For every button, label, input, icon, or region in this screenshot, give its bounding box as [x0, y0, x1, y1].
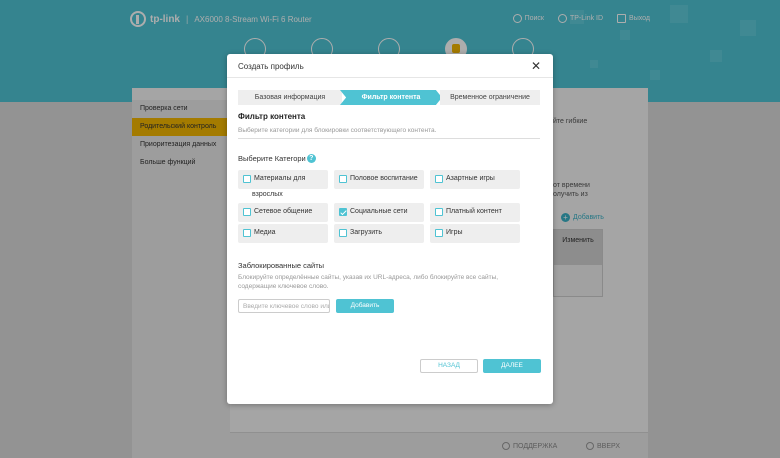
- step-time-limit: Временное ограничение: [440, 90, 540, 105]
- category-games[interactable]: Игры: [430, 224, 520, 243]
- next-button[interactable]: ДАЛЕЕ: [483, 359, 541, 373]
- category-online-communication[interactable]: Сетевое общение: [238, 203, 328, 222]
- checkbox[interactable]: [243, 229, 251, 237]
- keyword-input[interactable]: [238, 299, 330, 313]
- section-title: Фильтр контента: [238, 112, 306, 121]
- category-label: Социальные сети: [350, 208, 408, 215]
- categories-label-text: Выберите Категори: [238, 154, 306, 163]
- category-label: Материалы для: [254, 175, 306, 182]
- dialog-header: Создать профиль ✕: [227, 54, 553, 78]
- checkbox[interactable]: [339, 229, 347, 237]
- back-button[interactable]: НАЗАД: [420, 359, 478, 373]
- blocked-sites-title: Заблокированные сайты: [238, 261, 325, 270]
- category-label: Игры: [446, 229, 463, 236]
- checkbox[interactable]: [243, 208, 251, 216]
- category-social-networks[interactable]: Социальные сети: [334, 203, 424, 222]
- category-label: Половое воспитание: [350, 175, 418, 182]
- checkbox-checked[interactable]: [339, 208, 347, 216]
- wizard-steps: Базовая информация Фильтр контента Време…: [238, 90, 542, 105]
- help-icon[interactable]: ?: [306, 154, 316, 163]
- category-adult[interactable]: Материалы для взрослых: [238, 170, 328, 198]
- add-keyword-button[interactable]: Добавить: [336, 299, 394, 313]
- step-basic-info: Базовая информация: [238, 90, 342, 105]
- checkbox[interactable]: [435, 208, 443, 216]
- category-label: Загрузить: [350, 229, 382, 236]
- dialog-title: Создать профиль: [238, 62, 304, 71]
- checkbox[interactable]: [339, 175, 347, 183]
- checkbox[interactable]: [435, 175, 443, 183]
- checkbox[interactable]: [435, 229, 443, 237]
- category-media[interactable]: Медиа: [238, 224, 328, 243]
- category-downloads[interactable]: Загрузить: [334, 224, 424, 243]
- categories-label: Выберите Категори ?: [238, 154, 316, 163]
- category-label: Медиа: [254, 229, 276, 236]
- category-gambling[interactable]: Азартные игры: [430, 170, 520, 189]
- step-content-filter: Фильтр контента: [340, 90, 442, 105]
- category-label: Азартные игры: [446, 175, 495, 182]
- section-description: Выберите категории для блокировки соотве…: [238, 127, 540, 139]
- blocked-sites-description: Блокируйте определённые сайты, указав их…: [238, 274, 499, 290]
- category-paid-content[interactable]: Платный контент: [430, 203, 520, 222]
- create-profile-dialog: Создать профиль ✕ Базовая информация Фил…: [227, 54, 553, 404]
- category-label: Сетевое общение: [254, 208, 313, 215]
- category-label: Платный контент: [446, 208, 502, 215]
- category-label-line2: взрослых: [252, 191, 283, 198]
- close-icon[interactable]: ✕: [531, 59, 541, 73]
- category-sex-education[interactable]: Половое воспитание: [334, 170, 424, 189]
- checkbox[interactable]: [243, 175, 251, 183]
